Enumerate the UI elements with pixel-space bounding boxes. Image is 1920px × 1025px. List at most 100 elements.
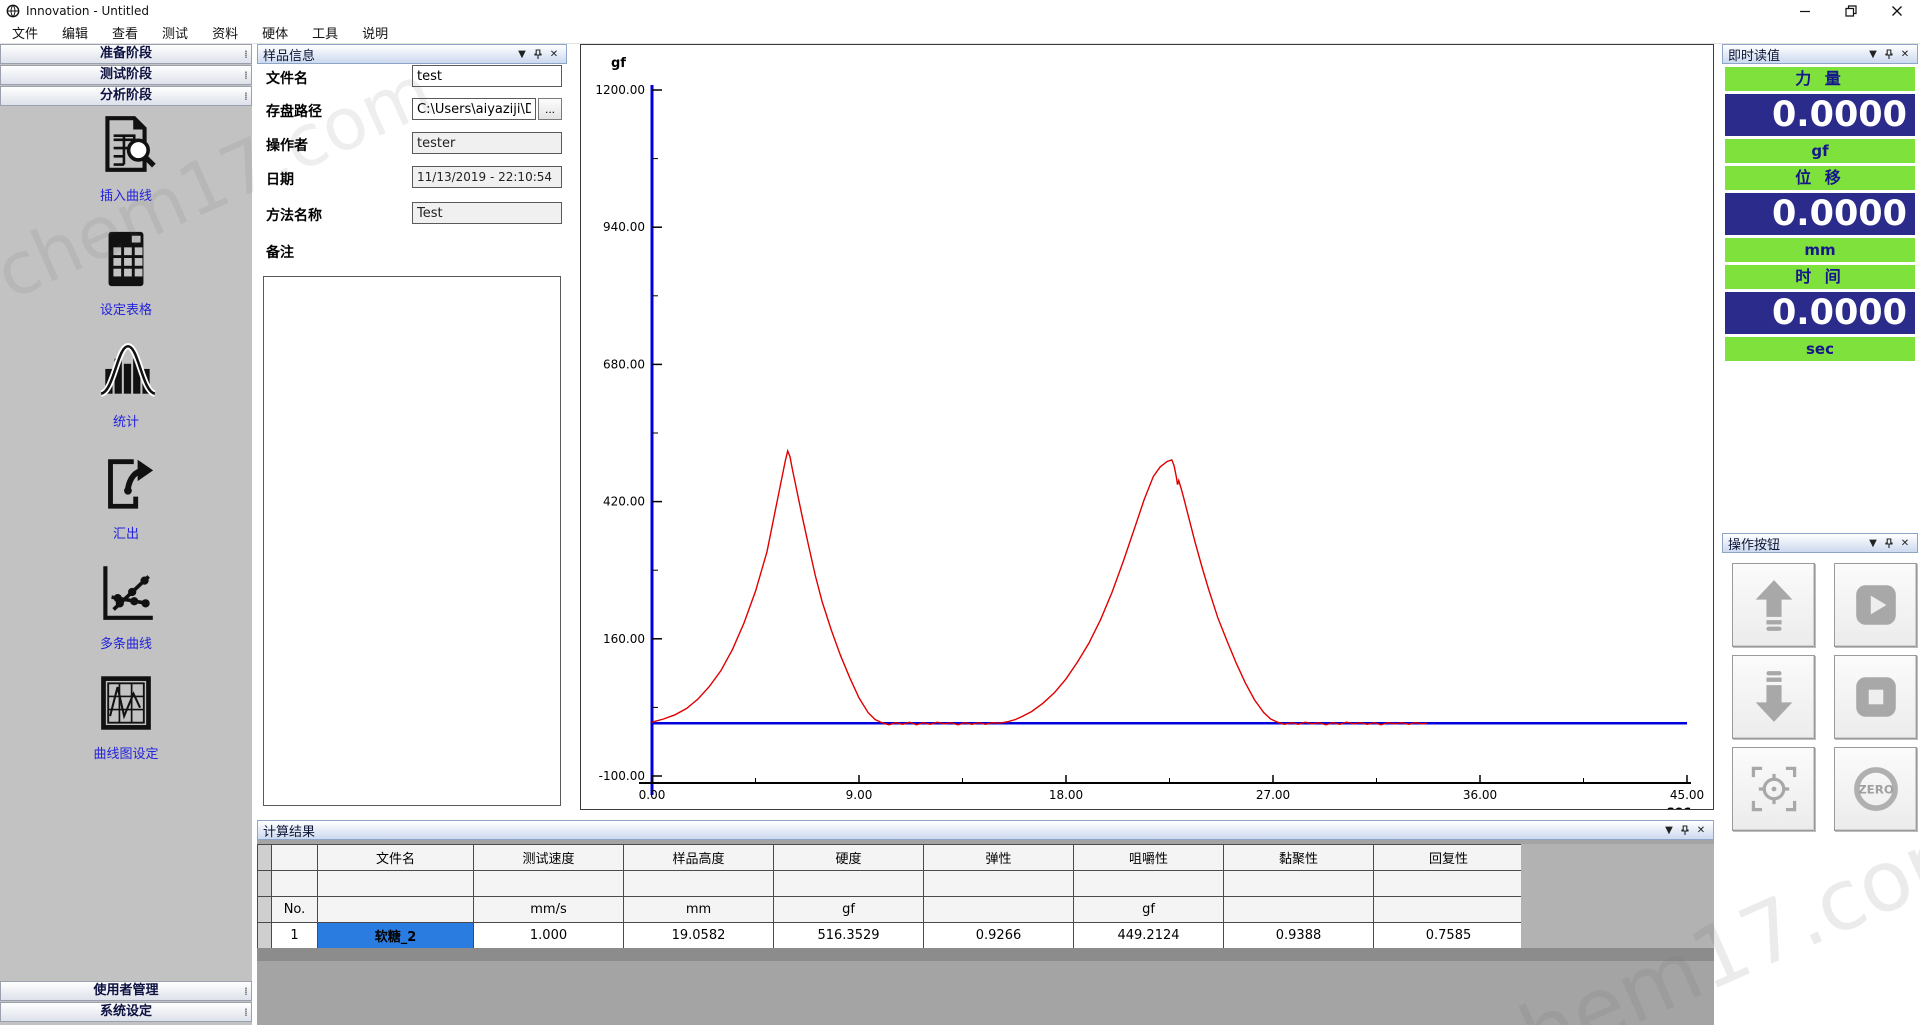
ops-header: 操作按钮 ▼ ✕ (1722, 533, 1918, 553)
tool-label: 统计 (0, 411, 252, 430)
x-tick-label: 9.00 (846, 788, 873, 802)
savepath-input[interactable] (412, 98, 536, 120)
reading-value-1: 0.0000 (1725, 193, 1915, 235)
minimize-button[interactable] (1782, 0, 1828, 22)
row-grip[interactable] (258, 923, 272, 949)
reading-value-0: 0.0000 (1725, 94, 1915, 136)
play-icon (1851, 580, 1901, 630)
pin-icon[interactable] (1882, 536, 1896, 550)
sidebar-item-stage-0[interactable]: 准备阶段⁞ (0, 44, 252, 64)
x-tick-label: 27.00 (1256, 788, 1290, 802)
sidebar-tool-2[interactable]: 统计 (0, 338, 252, 430)
restore-icon (1845, 5, 1857, 17)
col-header-0[interactable]: 文件名 (318, 845, 474, 871)
value-cell-0-1[interactable]: 19.0582 (624, 923, 774, 949)
stop-button[interactable] (1834, 655, 1917, 739)
no-label-cell: No. (272, 897, 318, 923)
chevron-down-icon[interactable]: ▼ (1866, 47, 1880, 61)
close-icon[interactable]: ✕ (1694, 823, 1708, 837)
field-label-operator: 操作者 (266, 135, 308, 155)
menu-item-1[interactable]: 编辑 (50, 23, 100, 42)
run-button[interactable] (1834, 563, 1917, 647)
sidebar-item-stage-1[interactable]: 测试阶段⁞ (0, 65, 252, 85)
sidebar-item-bottom-0[interactable]: 使用者管理⁞ (0, 981, 252, 1001)
results-divider (257, 948, 1714, 961)
date-input[interactable] (412, 166, 562, 188)
row-number-cell[interactable]: 1 (272, 923, 318, 949)
col-header-1[interactable]: 测试速度 (474, 845, 624, 871)
header-spacer-cell (774, 871, 924, 897)
sidebar-tool-3[interactable]: 汇出 (0, 450, 252, 542)
zero-button[interactable]: ZERO (1834, 747, 1917, 831)
operator-input[interactable] (412, 132, 562, 154)
value-cell-0-6[interactable]: 0.7585 (1374, 923, 1524, 949)
sidebar-item-bottom-1[interactable]: 系统设定⁞ (0, 1002, 252, 1022)
chevron-down-icon[interactable]: ▼ (515, 47, 529, 61)
row-grip (258, 871, 272, 897)
value-cell-0-5[interactable]: 0.9388 (1224, 923, 1374, 949)
sidebar-top-items: 准备阶段⁞测试阶段⁞分析阶段⁞ (0, 44, 252, 106)
col-header-7[interactable]: 回复性 (1374, 845, 1524, 871)
y-axis-unit-label: gf (611, 56, 626, 71)
x-axis-unit-label: sec (1667, 804, 1691, 809)
header-spacer-cell (318, 871, 474, 897)
chevron-down-icon[interactable]: ▼ (1662, 823, 1676, 837)
row-grip (258, 897, 272, 923)
sample-info-panel: 样品信息 ▼ ✕ 文件名 存盘路径 ... 操作者 日期 方法名称 备注 (257, 44, 567, 810)
x-tick-label: 36.00 (1463, 788, 1497, 802)
sidebar-tool-4[interactable]: 多条曲线 (0, 560, 252, 652)
method-input[interactable] (412, 202, 562, 224)
zero-icon: ZERO (1849, 762, 1903, 816)
menu-item-6[interactable]: 工具 (300, 23, 350, 42)
value-cell-0-3[interactable]: 0.9266 (924, 923, 1074, 949)
y-tick-label: 1200.00 (595, 83, 645, 97)
jog-down-button[interactable] (1732, 655, 1815, 739)
close-button[interactable] (1874, 0, 1920, 22)
sidebar-bottom-items: 使用者管理⁞系统设定⁞ (0, 981, 252, 1023)
sidebar-tool-1[interactable]: 设定表格 (0, 226, 252, 318)
close-icon[interactable]: ✕ (547, 47, 561, 61)
file-name-cell[interactable]: 软糖_2 (318, 923, 474, 949)
menu-item-4[interactable]: 资料 (200, 23, 250, 42)
unit-cell-3: gf (774, 897, 924, 923)
pin-icon[interactable] (1882, 47, 1896, 61)
restore-button[interactable] (1828, 0, 1874, 22)
menu-item-0[interactable]: 文件 (0, 23, 50, 42)
col-header-2[interactable]: 样品高度 (624, 845, 774, 871)
y-tick-label: 940.00 (603, 220, 645, 234)
chevron-down-icon[interactable]: ▼ (1866, 536, 1880, 550)
col-header-6[interactable]: 黏聚性 (1224, 845, 1374, 871)
x-tick-label: 18.00 (1049, 788, 1083, 802)
arrow-up-icon (1748, 578, 1800, 632)
grip-dots-icon: ⁞ (244, 67, 248, 85)
col-header-3[interactable]: 硬度 (774, 845, 924, 871)
sidebar-tool-0[interactable]: 插入曲线 (0, 112, 252, 204)
close-icon[interactable]: ✕ (1898, 47, 1912, 61)
col-header-5[interactable]: 咀嚼性 (1074, 845, 1224, 871)
unit-cell-6 (1224, 897, 1374, 923)
target-button[interactable] (1732, 747, 1815, 831)
sidebar-item-stage-2[interactable]: 分析阶段⁞ (0, 86, 252, 106)
menu-item-7[interactable]: 说明 (350, 23, 400, 42)
browse-button[interactable]: ... (538, 98, 562, 120)
sidebar: 准备阶段⁞测试阶段⁞分析阶段⁞ 插入曲线设定表格统计汇出多条曲线曲线图设定 使用… (0, 44, 252, 1025)
remark-textarea[interactable] (263, 276, 561, 806)
col-header-4[interactable]: 弹性 (924, 845, 1074, 871)
menu-item-3[interactable]: 测试 (150, 23, 200, 42)
pin-icon[interactable] (531, 47, 545, 61)
tool-label: 设定表格 (0, 299, 252, 318)
sidebar-tool-5[interactable]: 曲线图设定 (0, 670, 252, 762)
menu-item-2[interactable]: 查看 (100, 23, 150, 42)
value-cell-0-4[interactable]: 449.2124 (1074, 923, 1224, 949)
menu-item-5[interactable]: 硬体 (250, 23, 300, 42)
jog-up-button[interactable] (1732, 563, 1815, 647)
value-cell-0-0[interactable]: 1.000 (474, 923, 624, 949)
filename-input[interactable] (412, 65, 562, 87)
value-cell-0-2[interactable]: 516.3529 (774, 923, 924, 949)
tool-label: 曲线图设定 (0, 743, 252, 762)
close-icon[interactable]: ✕ (1898, 536, 1912, 550)
pin-icon[interactable] (1678, 823, 1692, 837)
reading-label-2: 时 间 (1725, 265, 1915, 289)
header-spacer-cell (1074, 871, 1224, 897)
header-spacer-cell (624, 871, 774, 897)
